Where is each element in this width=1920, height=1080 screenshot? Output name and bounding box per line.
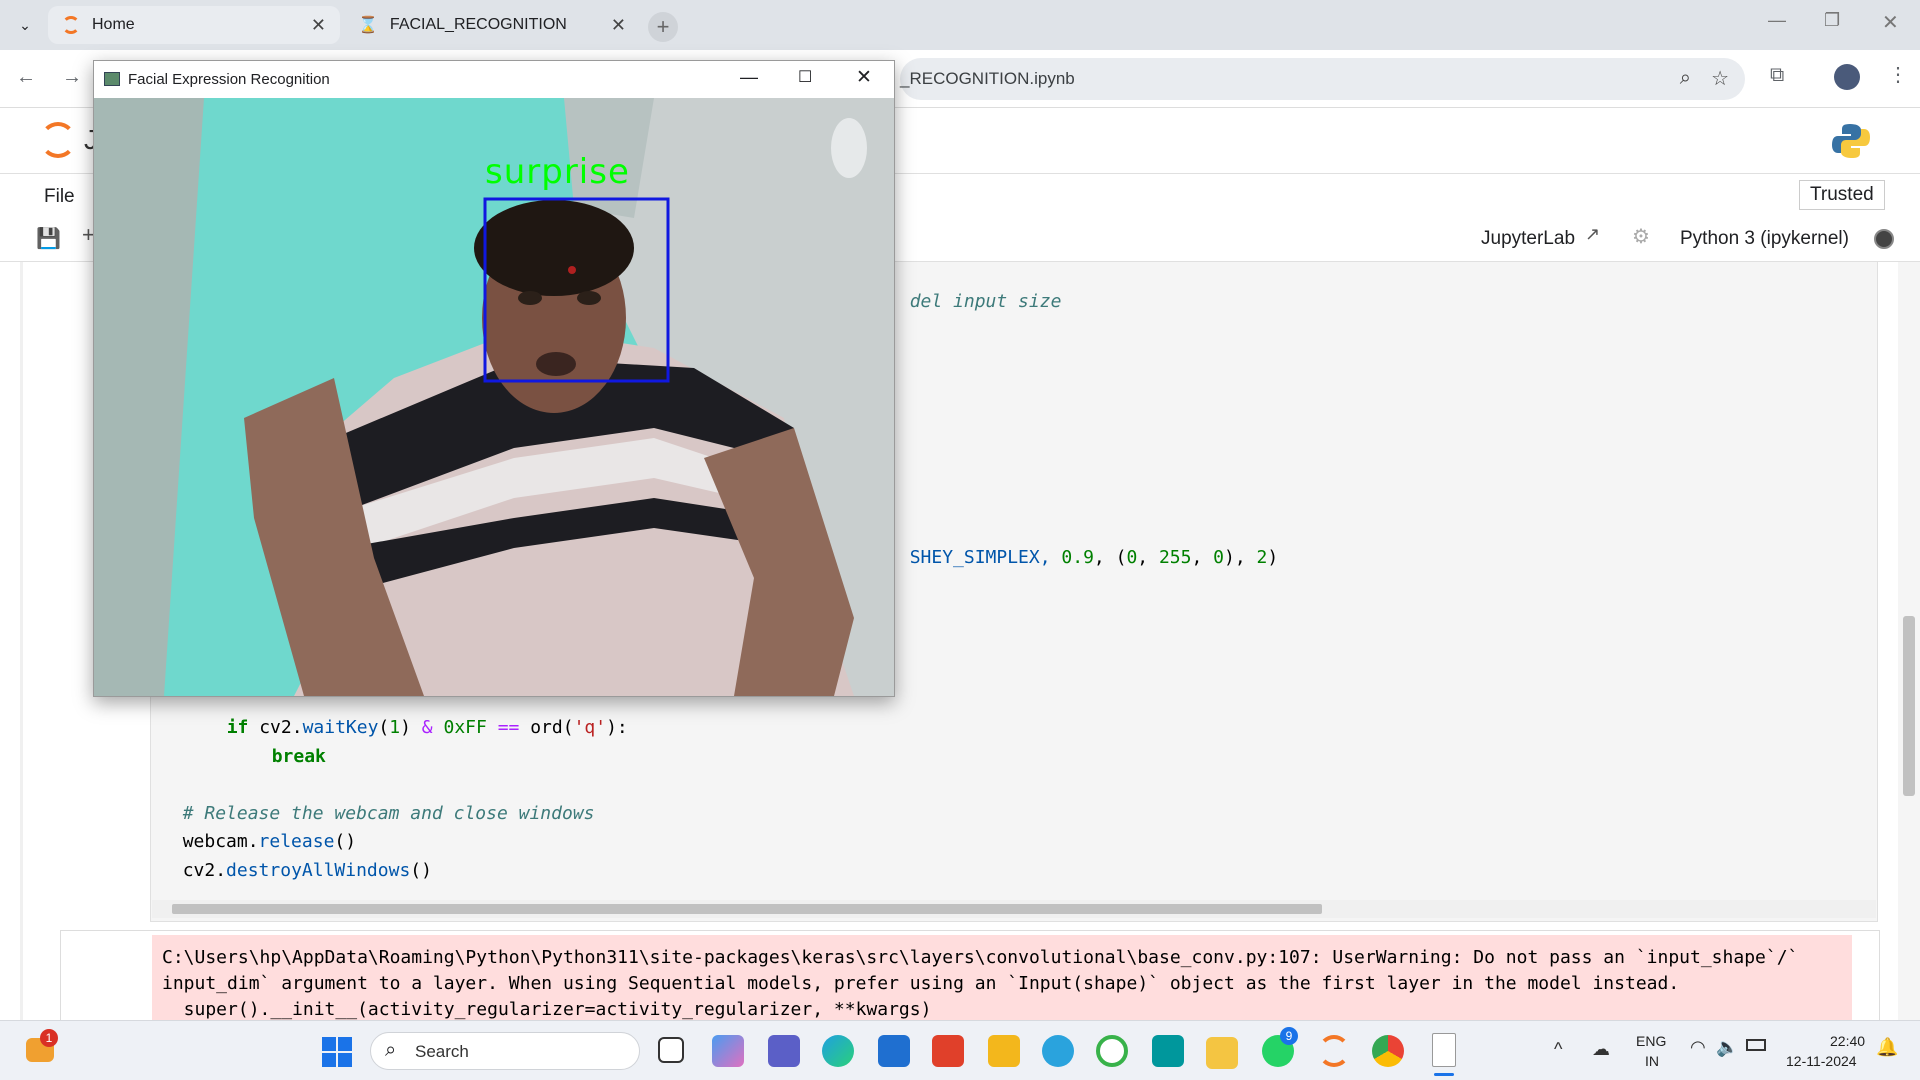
restore-window-button[interactable]: ❐ xyxy=(1824,10,1840,31)
windows-taskbar: 1 ⌕ Search 9 ^ ☁ ENG IN ◠ 🔈 22:40 12-11-… xyxy=(0,1020,1920,1080)
clock-date[interactable]: 12-11-2024 xyxy=(1786,1053,1857,1069)
wifi-icon[interactable]: ◠ xyxy=(1690,1037,1706,1058)
tab-facial-recognition[interactable]: ⌛ FACIAL_RECOGNITION ✕ xyxy=(344,6,640,44)
output-line: C:\Users\hp\AppData\Roaming\Python\Pytho… xyxy=(162,947,1799,968)
scrollbar-thumb[interactable] xyxy=(1903,616,1915,796)
jupyterlab-link[interactable]: JupyterLab xyxy=(1481,228,1575,250)
page-scrollbar[interactable] xyxy=(1898,262,1920,1020)
forward-arrow-icon[interactable]: → xyxy=(62,66,82,89)
profile-avatar[interactable] xyxy=(1834,64,1860,90)
kernel-status-icon xyxy=(1874,229,1894,249)
python-logo-icon xyxy=(1832,122,1870,160)
jupyter-favicon-icon xyxy=(62,16,80,34)
volume-icon[interactable]: 🔈 xyxy=(1716,1037,1738,1058)
search-box[interactable]: ⌕ Search xyxy=(370,1032,640,1070)
horizontal-scrollbar[interactable] xyxy=(152,900,1876,918)
start-button[interactable] xyxy=(322,1037,352,1067)
active-app-indicator xyxy=(1434,1073,1454,1076)
blank-document-icon[interactable] xyxy=(1432,1033,1456,1067)
store-icon[interactable] xyxy=(878,1035,910,1067)
close-window-button[interactable]: ✕ xyxy=(1882,10,1899,35)
url-text: _RECOGNITION.ipynb xyxy=(900,69,1075,88)
notes-icon[interactable] xyxy=(988,1035,1020,1067)
left-gutter xyxy=(20,262,23,1020)
close-icon[interactable]: ✕ xyxy=(311,15,326,36)
window-title: Facial Expression Recognition xyxy=(128,70,330,88)
minimize-window-button[interactable]: — xyxy=(1768,10,1786,31)
output-line: input_dim` argument to a layer. When usi… xyxy=(162,973,1680,994)
back-arrow-icon[interactable]: ← xyxy=(16,66,36,89)
kernel-name[interactable]: Python 3 (ipykernel) xyxy=(1680,228,1849,250)
file-explorer-icon[interactable] xyxy=(1206,1037,1238,1069)
battery-icon[interactable] xyxy=(1746,1039,1766,1051)
debugger-icon[interactable]: ⚙ xyxy=(1632,224,1650,249)
search-icon: ⌕ xyxy=(385,1039,397,1061)
tab-title: FACIAL_RECOGNITION xyxy=(389,16,567,33)
clock-time[interactable]: 22:40 xyxy=(1830,1033,1865,1049)
opencv-window[interactable]: Facial Expression Recognition — ☐ ✕ surp… xyxy=(93,60,895,697)
chevron-up-icon[interactable]: ^ xyxy=(1554,1039,1562,1060)
code-line: break xyxy=(271,746,326,767)
code-line: cv2.destroyAllWindows() xyxy=(182,860,432,881)
notification-badge: 1 xyxy=(40,1029,58,1047)
new-tab-button[interactable]: + xyxy=(648,12,678,42)
tab-title: Home xyxy=(92,16,135,33)
refresh-app-icon[interactable] xyxy=(1096,1035,1128,1067)
output-line: super().__init__(activity_regularizer=ac… xyxy=(162,999,932,1020)
jupyter-logo[interactable] xyxy=(40,122,76,158)
close-button[interactable]: ✕ xyxy=(856,66,872,89)
wps-icon[interactable] xyxy=(932,1035,964,1067)
close-icon[interactable]: ✕ xyxy=(611,15,626,36)
edge-icon[interactable] xyxy=(822,1035,854,1067)
chrome-icon[interactable] xyxy=(1372,1035,1404,1067)
address-bar[interactable]: _RECOGNITION.ipynb ⌕ ☆ xyxy=(900,58,1745,100)
hourglass-icon: ⌛ xyxy=(358,17,378,34)
trusted-indicator[interactable]: Trusted xyxy=(1799,180,1885,210)
telegram-icon[interactable] xyxy=(1042,1035,1074,1067)
webcam-frame: surprise xyxy=(94,98,894,696)
code-line: del input size xyxy=(909,291,1062,312)
maximize-button[interactable]: ☐ xyxy=(798,67,812,87)
minimize-button[interactable]: — xyxy=(740,67,758,88)
notification-badge: 9 xyxy=(1280,1027,1298,1045)
window-titlebar[interactable]: Facial Expression Recognition — ☐ ✕ xyxy=(94,61,894,97)
browser-tab-strip: ⌄ Home ✕ ⌛ FACIAL_RECOGNITION ✕ + — ❐ ✕ xyxy=(0,0,1920,50)
copilot-icon[interactable] xyxy=(712,1035,744,1067)
more-menu-icon[interactable]: ⋮ xyxy=(1888,62,1908,87)
extensions-icon[interactable]: ⧉ xyxy=(1770,64,1784,87)
arduino-icon[interactable] xyxy=(1152,1035,1184,1067)
emotion-label: surprise xyxy=(485,152,630,192)
scrollbar-thumb[interactable] xyxy=(172,904,1322,914)
search-placeholder: Search xyxy=(415,1042,469,1061)
tab-home[interactable]: Home ✕ xyxy=(48,6,340,44)
external-link-icon[interactable]: ↗ xyxy=(1585,224,1600,245)
zoom-icon[interactable]: ⌕ xyxy=(1680,67,1691,90)
code-line: SHEY_SIMPLEX, 0.9, (0, 255, 0), 2) xyxy=(909,547,1279,568)
language-indicator-line1[interactable]: ENG xyxy=(1636,1033,1666,1049)
network-status-icon[interactable]: ☁ xyxy=(1592,1039,1610,1060)
star-icon[interactable]: ☆ xyxy=(1711,66,1729,91)
menu-file[interactable]: File xyxy=(44,186,75,208)
language-indicator-line2[interactable]: IN xyxy=(1645,1053,1659,1069)
app-icon xyxy=(104,72,120,86)
tab-search-button[interactable]: ⌄ xyxy=(12,12,38,38)
task-view-icon[interactable] xyxy=(658,1037,684,1063)
teams-icon[interactable] xyxy=(768,1035,800,1067)
save-icon[interactable]: 💾 xyxy=(36,226,61,251)
stderr-output: C:\Users\hp\AppData\Roaming\Python\Pytho… xyxy=(152,935,1852,1020)
notification-bell-icon[interactable]: 🔔 xyxy=(1876,1037,1898,1058)
jupyter-app-icon[interactable] xyxy=(1318,1035,1350,1067)
